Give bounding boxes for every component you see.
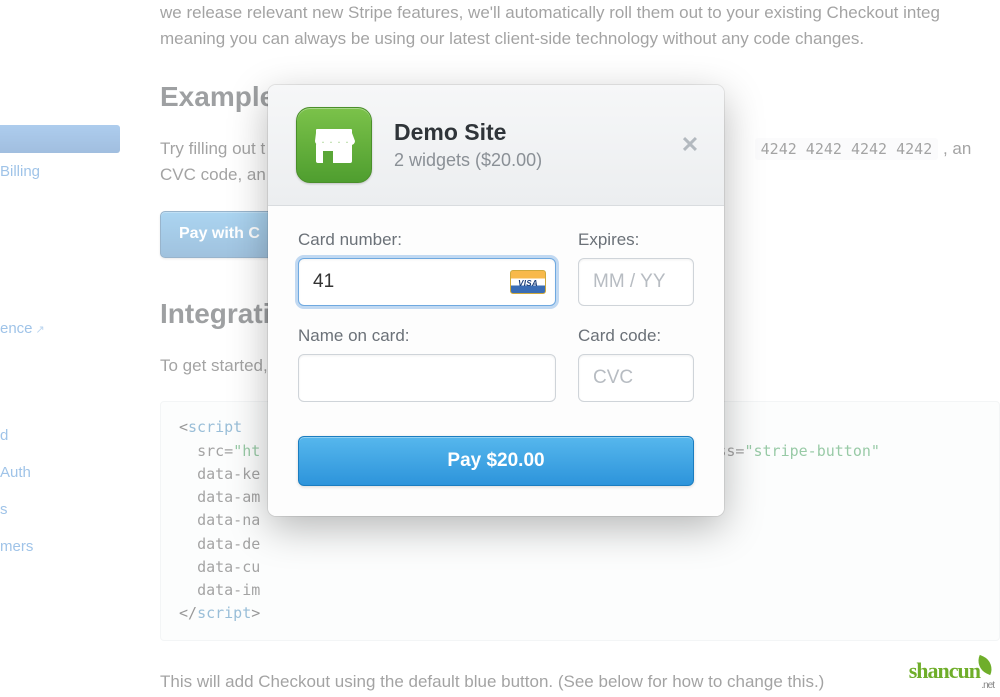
expires-group: Expires: [578, 230, 694, 306]
close-button[interactable]: ✕ [678, 133, 702, 157]
checkout-modal: Demo Site 2 widgets ($20.00) ✕ Card numb… [268, 85, 724, 516]
code-label: Card code: [578, 326, 694, 346]
merchant-info: Demo Site 2 widgets ($20.00) [394, 119, 542, 171]
merchant-store-icon [296, 107, 372, 183]
name-input[interactable] [298, 354, 556, 402]
modal-header: Demo Site 2 widgets ($20.00) ✕ [268, 85, 724, 206]
card-number-group: Card number: VISA [298, 230, 556, 306]
watermark: shancun .net [909, 658, 994, 691]
expires-input[interactable] [578, 258, 694, 306]
card-number-label: Card number: [298, 230, 556, 250]
code-group: Card code: [578, 326, 694, 402]
name-group: Name on card: [298, 326, 556, 402]
pay-button[interactable]: Pay $20.00 [298, 436, 694, 486]
name-label: Name on card: [298, 326, 556, 346]
modal-body: Card number: VISA Expires: Name on card:… [268, 206, 724, 516]
visa-card-icon: VISA [510, 270, 546, 294]
cvc-input[interactable] [578, 354, 694, 402]
expires-label: Expires: [578, 230, 694, 250]
merchant-description: 2 widgets ($20.00) [394, 150, 542, 171]
close-icon: ✕ [681, 132, 699, 158]
merchant-title: Demo Site [394, 119, 542, 146]
